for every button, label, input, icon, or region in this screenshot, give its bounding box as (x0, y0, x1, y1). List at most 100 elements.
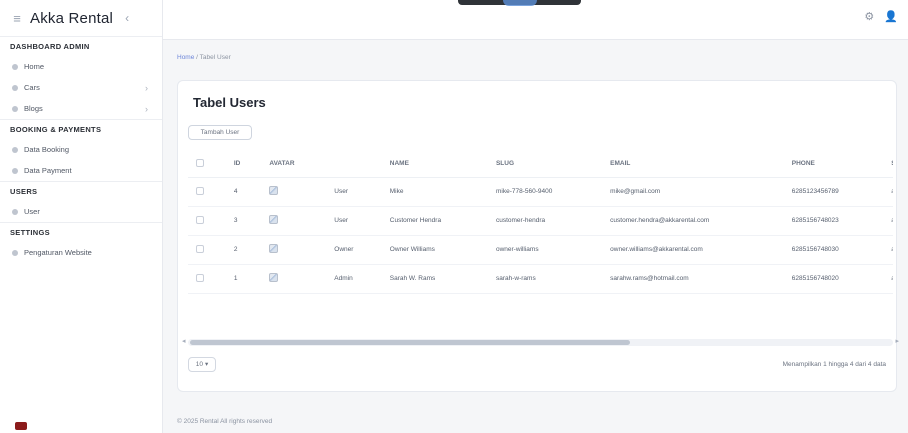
row-slug: mike-778-560-9400 (487, 177, 603, 207)
row-checkbox[interactable] (196, 186, 204, 195)
sidebar-section-title: USERS (0, 181, 162, 201)
row-email: sarahw.rams@hotmail.com (602, 264, 784, 294)
menu-icon[interactable]: ≡ (10, 11, 24, 26)
brand: ≡ Akka Rental ‹ (0, 0, 162, 36)
select-all-checkbox[interactable] (196, 158, 204, 167)
row-email: owner.williams@akkarental.com (602, 235, 784, 265)
page-footer: © 2025 Rental All rights reserved (177, 418, 273, 425)
sidebar-item-label: Blogs (24, 104, 43, 113)
table-header-cell: EMAIL (602, 151, 784, 178)
row-email: customer.hendra@akkarental.com (602, 206, 784, 236)
row-email: mike@gmail.com (602, 177, 784, 207)
row-name: Customer Hendra (381, 206, 488, 236)
chevron-right-icon: › (145, 82, 148, 93)
sidebar-section-title: BOOKING & PAYMENTS (0, 119, 162, 139)
row-id: 1 (225, 264, 262, 294)
table-header-cell: AVATAR (261, 151, 327, 178)
row-checkbox[interactable] (196, 215, 204, 224)
sidebar-item-label: Data Booking (24, 145, 70, 154)
breadcrumb-home[interactable]: Home (177, 54, 194, 61)
topbar: ⚙ 👤 (163, 0, 908, 40)
circle-icon (12, 249, 18, 256)
table-header-cell: NAME (381, 151, 488, 178)
table-header-cell: STATUS (883, 151, 893, 178)
scrollbar-thumb[interactable] (190, 340, 630, 345)
row-id: 4 (225, 177, 262, 207)
scroll-right-icon[interactable]: ▸ (895, 337, 899, 345)
user-icon[interactable]: 👤 (884, 10, 898, 23)
sidebar-item-label: Cars (24, 83, 40, 92)
page-size-value: 10 (195, 360, 203, 368)
circle-icon (12, 84, 18, 91)
sidebar-item[interactable]: Pengaturan Website (0, 242, 162, 263)
add-user-button[interactable]: Tambah User (188, 125, 252, 140)
row-name: Mike (381, 177, 488, 207)
page-size-select[interactable]: 10 ▾ (188, 356, 216, 372)
sidebar-section-title: SETTINGS (0, 222, 162, 242)
table-row[interactable]: 3 User Customer Hendra customer-hendra custo… (188, 206, 893, 236)
circle-icon (12, 105, 18, 112)
row-checkbox[interactable] (196, 244, 204, 253)
table-horizontal-scrollbar[interactable]: ◂ ▸ (182, 338, 899, 346)
row-phone: 6285156748020 (783, 264, 884, 294)
sidebar-item[interactable]: Data Payment (0, 160, 162, 181)
row-role: User (326, 177, 382, 207)
image-icon (269, 186, 279, 195)
sidebar-item[interactable]: Cars › (0, 77, 162, 98)
row-phone: 6285156748030 (783, 235, 884, 265)
row-role: User (326, 206, 382, 236)
image-icon (269, 244, 279, 253)
main-content: Home / Tabel User Tabel Users Tambah Use… (163, 40, 908, 433)
sidebar-item-label: Data Payment (24, 166, 72, 175)
chevron-down-icon: ▾ (204, 361, 209, 368)
row-status: active (883, 177, 893, 207)
users-card: Tabel Users Tambah User ID AVATAR NAME SLUG… (177, 80, 899, 392)
table-header-cell (326, 151, 382, 178)
row-select-cell[interactable] (188, 235, 226, 265)
screen-notch (458, 0, 581, 5)
sidebar-item[interactable]: Blogs › (0, 98, 162, 119)
table-row[interactable]: 2 Owner Owner Williams owner-williams owner.… (188, 235, 893, 265)
select-all-header[interactable] (188, 151, 226, 178)
breadcrumb-current: Tabel User (199, 54, 231, 61)
row-id: 2 (225, 235, 262, 265)
row-avatar-cell (261, 177, 327, 207)
row-select-cell[interactable] (188, 264, 226, 294)
users-table: IDAVATAR NAMESLUGEMAILPHONESTATUS 4 UserMi… (188, 151, 893, 294)
row-status: active (883, 206, 893, 236)
topbar-icons: ⚙ 👤 (864, 10, 898, 23)
row-role: Admin (326, 264, 382, 294)
row-select-cell[interactable] (188, 177, 226, 207)
breadcrumb: Home / Tabel User (177, 54, 231, 61)
sidebar: ≡ Akka Rental ‹ DASHBOARD ADMIN Home Cars ›… (0, 0, 163, 433)
circle-icon (12, 146, 18, 153)
table-header-cell: PHONE (783, 151, 884, 178)
settings-icon[interactable]: ⚙ (864, 10, 874, 23)
table-header-cell: ID (225, 151, 262, 178)
row-slug: owner-williams (487, 235, 603, 265)
row-slug: sarah-w-rams (487, 264, 603, 294)
sidebar-item[interactable]: Data Booking (0, 139, 162, 160)
row-select-cell[interactable] (188, 206, 226, 236)
image-icon (269, 215, 279, 224)
table-row[interactable]: 1 Admin Sarah W. Rams sarah-w-rams sarahw.ra… (188, 264, 893, 294)
table-row[interactable]: 4 User Mike mike-778-560-9400 mike@gmail.com… (188, 177, 893, 207)
row-id: 3 (225, 206, 262, 236)
row-checkbox[interactable] (196, 273, 204, 282)
scroll-left-icon[interactable]: ◂ (182, 337, 186, 345)
breadcrumb-separator: / (196, 54, 198, 61)
chevron-left-icon[interactable]: ‹ (125, 11, 129, 25)
circle-icon (12, 167, 18, 174)
sidebar-section-title: DASHBOARD ADMIN (0, 36, 162, 56)
table-header-row: IDAVATAR NAMESLUGEMAILPHONESTATUS (188, 151, 893, 178)
page-title: Tabel Users (193, 95, 266, 110)
sidebar-item[interactable]: Home (0, 56, 162, 77)
users-table-wrapper: IDAVATAR NAMESLUGEMAILPHONESTATUS 4 UserMi… (188, 151, 893, 351)
row-phone: 6285156748023 (783, 206, 884, 236)
row-name: Owner Williams (381, 235, 488, 265)
row-avatar-cell (261, 235, 327, 265)
image-icon (269, 273, 279, 282)
circle-icon (12, 208, 18, 215)
row-status: active (883, 264, 893, 294)
sidebar-item[interactable]: User (0, 201, 162, 222)
